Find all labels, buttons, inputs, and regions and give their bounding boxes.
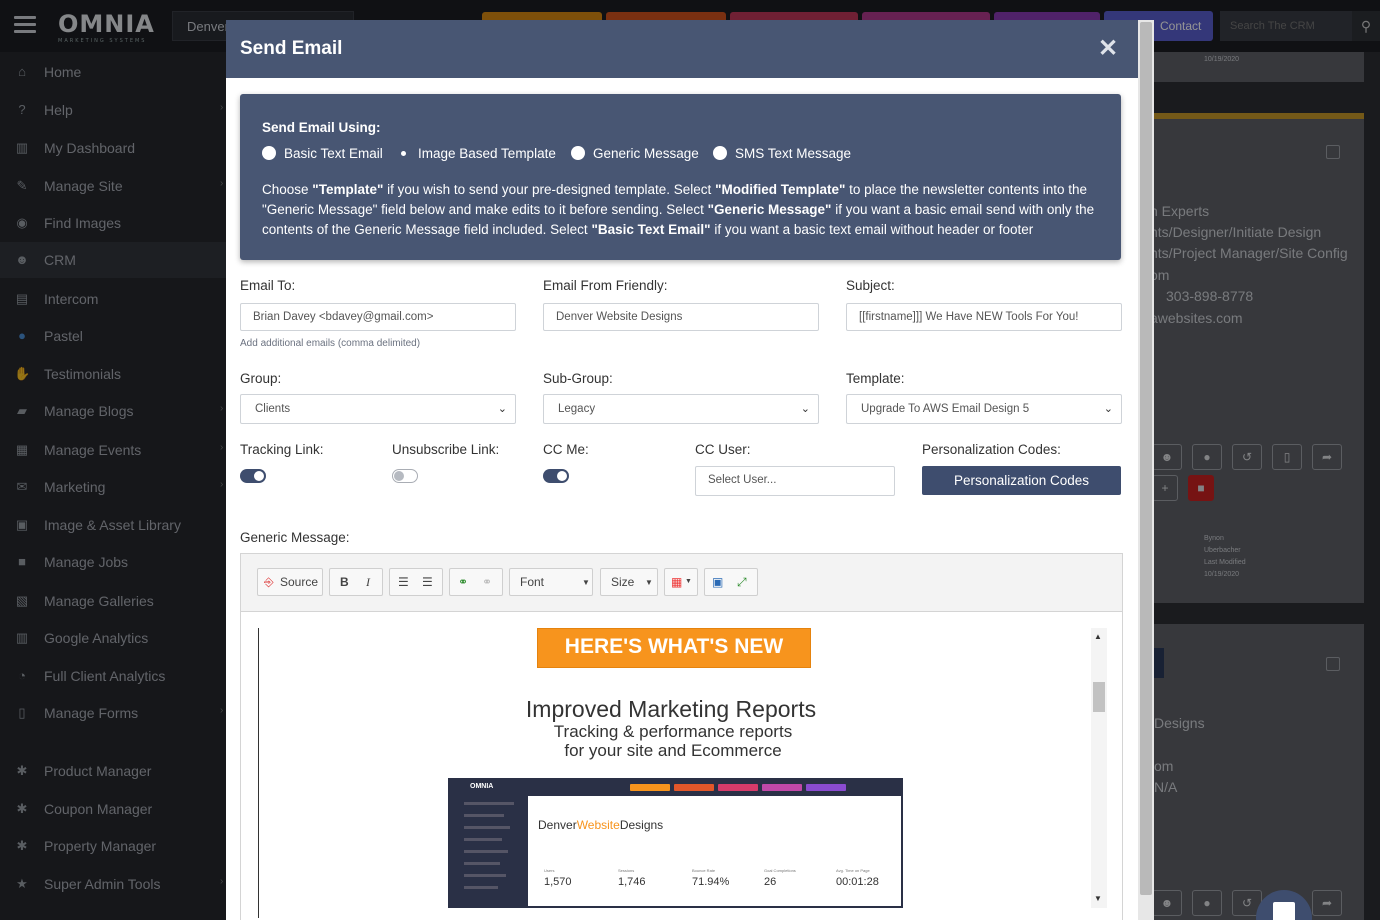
radio-dot[interactable]	[571, 146, 585, 160]
caret-down-icon: ▼	[582, 578, 590, 587]
screenshot-tab	[806, 784, 846, 791]
newsletter-headline: Improved Marketing Reports	[525, 696, 817, 722]
screenshot-brand: DenverWebsiteDesigns	[538, 818, 664, 832]
radio-dot-selected[interactable]	[396, 146, 410, 160]
email-to-label: Email To:	[240, 278, 296, 293]
list-group: ☰ ☰	[389, 568, 443, 596]
unsubscribe-link-label: Unsubscribe Link:	[392, 442, 500, 457]
screenshot-tab	[630, 784, 670, 791]
email-to-input[interactable]: Brian Davey <bdavey@gmail.com>	[240, 303, 516, 331]
modal-header: Send Email ✕	[226, 20, 1138, 78]
editor-scrollbar[interactable]: ▲ ▼	[1091, 628, 1107, 908]
radio-dot[interactable]	[713, 146, 727, 160]
group-select[interactable]: Clients ⌄	[240, 394, 516, 424]
newsletter-subheadline: Tracking & performance reports	[553, 722, 793, 741]
send-email-modal: Send Email ✕ Send Email Using: Basic Tex…	[226, 20, 1138, 920]
radio-dot[interactable]	[262, 146, 276, 160]
cc-me-toggle[interactable]	[543, 469, 569, 483]
toggle-knob	[557, 471, 567, 481]
send-method-panel: Send Email Using: Basic Text Email Image…	[240, 94, 1121, 260]
format-group: B I	[329, 568, 383, 596]
image-icon[interactable]: ▣	[712, 575, 723, 589]
size-select[interactable]: Size ▼	[600, 568, 658, 596]
subject-label: Subject:	[846, 278, 895, 293]
scroll-down-icon[interactable]: ▼	[1094, 894, 1102, 903]
unlink-icon[interactable]: ⚭	[482, 575, 492, 589]
rich-text-editor: ⎆ Source B I ☰ ☰ ⚭ ⚭ Font ▼ Size ▼ ▦ ▼ ▣ ⤢	[240, 553, 1123, 920]
personalization-codes-button[interactable]: Personalization Codes	[922, 466, 1121, 495]
modal-scrollbar[interactable]	[1138, 20, 1154, 920]
personalization-codes-label: Personalization Codes:	[922, 442, 1061, 457]
source-button[interactable]: ⎆ Source	[257, 568, 323, 596]
email-from-label: Email From Friendly:	[543, 278, 668, 293]
chevron-down-icon: ⌄	[497, 403, 507, 415]
chat-icon	[1273, 902, 1295, 920]
scroll-thumb[interactable]	[1140, 22, 1152, 895]
chevron-down-icon: ⌄	[800, 403, 810, 415]
report-screenshot-image: OMNIA DenverWebsiteDesigns Users Session…	[448, 778, 903, 908]
text-color-button[interactable]: ▦ ▼	[664, 568, 698, 596]
tracking-link-label: Tracking Link:	[240, 442, 324, 457]
editor-toolbar: ⎆ Source B I ☰ ☰ ⚭ ⚭ Font ▼ Size ▼ ▦ ▼ ▣ ⤢	[241, 554, 1122, 612]
color-palette-icon: ▦	[671, 575, 683, 589]
cc-user-label: CC User:	[695, 442, 751, 457]
link-icon[interactable]: ⚭	[458, 575, 468, 589]
editor-content[interactable]: ▲ ▼ HERE'S WHAT'S NEW Improved Marketing…	[241, 612, 1122, 920]
template-select[interactable]: Upgrade To AWS Email Design 5 ⌄	[846, 394, 1122, 424]
cc-me-label: CC Me:	[543, 442, 589, 457]
screenshot-tab	[762, 784, 802, 791]
source-icon: ⎆	[264, 575, 274, 589]
toggle-knob	[394, 471, 404, 481]
email-from-input[interactable]: Denver Website Designs	[543, 303, 819, 331]
subgroup-select[interactable]: Legacy ⌄	[543, 394, 819, 424]
send-method-help-text: Choose "Template" if you wish to send yo…	[262, 182, 1095, 237]
subject-input[interactable]: [[firstname]]] We Have NEW Tools For You…	[846, 303, 1122, 331]
maximize-icon[interactable]: ⤢	[737, 575, 747, 590]
cc-user-select[interactable]: Select User...	[695, 466, 895, 496]
scroll-up-icon[interactable]: ▲	[1094, 632, 1102, 641]
caret-down-icon: ▼	[685, 578, 692, 585]
media-group: ▣ ⤢	[704, 568, 758, 596]
newsletter-subheadline: for your site and Ecommerce	[564, 741, 782, 760]
subgroup-label: Sub-Group:	[543, 371, 613, 386]
italic-button[interactable]: I	[366, 575, 370, 590]
bulleted-list-icon[interactable]: ☰	[422, 575, 433, 589]
toggle-knob	[254, 471, 264, 481]
link-group: ⚭ ⚭	[449, 568, 503, 596]
text-cursor	[258, 628, 259, 918]
close-icon[interactable]: ✕	[1098, 34, 1118, 63]
chevron-down-icon: ⌄	[1103, 403, 1113, 415]
bold-button[interactable]: B	[340, 575, 349, 589]
screenshot-sidebar	[450, 796, 528, 906]
tracking-link-toggle[interactable]	[240, 469, 266, 483]
screenshot-topbar: OMNIA	[450, 780, 901, 796]
template-label: Template:	[846, 371, 905, 386]
email-to-hint: Add additional emails (comma delimited)	[240, 338, 421, 349]
generic-message-label: Generic Message:	[240, 530, 350, 545]
unsubscribe-link-toggle[interactable]	[392, 469, 418, 483]
screenshot-tab	[718, 784, 758, 791]
font-select[interactable]: Font ▼	[509, 568, 593, 596]
screenshot-tab	[674, 784, 714, 791]
modal-title: Send Email	[240, 38, 343, 59]
group-label: Group:	[240, 371, 282, 386]
send-using-label: Send Email Using:	[262, 120, 381, 135]
caret-down-icon: ▼	[645, 578, 653, 587]
numbered-list-icon[interactable]: ☰	[398, 575, 409, 589]
whats-new-banner: HERE'S WHAT'S NEW	[537, 628, 811, 668]
